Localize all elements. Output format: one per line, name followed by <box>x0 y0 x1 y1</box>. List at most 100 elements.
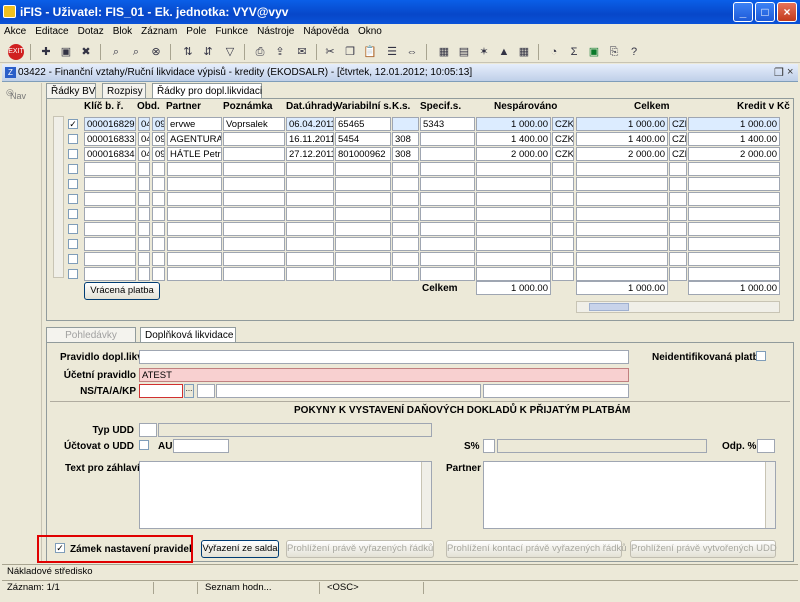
restore-icon[interactable]: ❐ <box>774 66 784 79</box>
cell-ss[interactable] <box>420 192 475 206</box>
cell-ss[interactable] <box>420 132 475 146</box>
menu-nastroje[interactable]: Nástroje <box>253 24 299 37</box>
menu-funkce[interactable]: Funkce <box>211 24 253 37</box>
star-icon[interactable]: ✶ <box>476 44 492 60</box>
help-icon[interactable]: ? <box>626 44 642 60</box>
cell-celkem[interactable]: 1 400.00 <box>576 132 668 146</box>
cell-vs[interactable] <box>335 252 391 266</box>
ucetni-input[interactable]: ATEST <box>139 368 629 382</box>
textarea-scrollbar-left[interactable] <box>421 462 431 528</box>
cell-vs[interactable]: 801000962 <box>335 147 391 161</box>
cell-mena2[interactable] <box>669 252 687 266</box>
cell-partner[interactable] <box>167 177 222 191</box>
row-checkbox[interactable] <box>68 254 78 264</box>
row-checkbox[interactable] <box>68 194 78 204</box>
cell-nesparovano[interactable] <box>476 162 551 176</box>
cell-celkem[interactable] <box>576 237 668 251</box>
cell-obd2[interactable]: 09 <box>152 132 165 146</box>
cell-ss[interactable] <box>420 207 475 221</box>
cell-poznamka[interactable] <box>223 222 285 236</box>
cell-ss[interactable] <box>420 267 475 281</box>
cell-obd2[interactable] <box>152 162 165 176</box>
cell-nesparovano[interactable] <box>476 237 551 251</box>
cell-ks[interactable] <box>392 252 419 266</box>
list-icon[interactable]: ☰ <box>384 44 400 60</box>
cell-obd1[interactable] <box>138 237 150 251</box>
cell-nesparovano[interactable] <box>476 252 551 266</box>
uctovat-checkbox[interactable] <box>139 440 149 450</box>
cell-datum[interactable] <box>286 162 334 176</box>
cell-mena2[interactable] <box>669 207 687 221</box>
cell-mena1[interactable] <box>552 162 574 176</box>
cell-kredit[interactable]: 1 400.00 <box>688 132 780 146</box>
minimize-button[interactable]: _ <box>733 2 753 22</box>
cell-vs[interactable] <box>335 177 391 191</box>
cell-ks[interactable]: 308 <box>392 147 419 161</box>
tab-radky-bv[interactable]: Řádky BV <box>46 83 96 99</box>
cell-celkem[interactable] <box>576 267 668 281</box>
cell-obd1[interactable]: 04 <box>138 147 150 161</box>
cell-vs[interactable] <box>335 207 391 221</box>
cell-mena2[interactable] <box>669 192 687 206</box>
delete-record-icon[interactable]: ✖ <box>78 44 94 60</box>
cell-vs[interactable] <box>335 192 391 206</box>
cell-mena1[interactable]: CZK <box>552 132 574 146</box>
row-checkbox[interactable] <box>68 179 78 189</box>
menu-pole[interactable]: Pole <box>182 24 211 37</box>
cell-mena1[interactable] <box>552 222 574 236</box>
cell-klic[interactable]: 0000168342 <box>84 147 136 161</box>
cell-datum[interactable] <box>286 237 334 251</box>
tab-pohledavky[interactable]: Pohledávky <box>46 327 136 343</box>
cell-obd1[interactable] <box>138 267 150 281</box>
grid-horizontal-scrollbar[interactable] <box>576 301 780 313</box>
cell-partner[interactable] <box>167 222 222 236</box>
cell-poznamka[interactable] <box>223 252 285 266</box>
row-checkbox[interactable] <box>68 134 78 144</box>
tab-rozpisy[interactable]: Rozpisy <box>102 83 146 99</box>
cell-klic[interactable] <box>84 192 136 206</box>
cell-mena1[interactable] <box>552 177 574 191</box>
cell-obd1[interactable]: 04 <box>138 132 150 146</box>
cell-poznamka[interactable] <box>223 192 285 206</box>
cell-obd1[interactable] <box>138 207 150 221</box>
cell-ks[interactable] <box>392 237 419 251</box>
typ-udd-input[interactable] <box>139 423 157 437</box>
cell-ss[interactable] <box>420 237 475 251</box>
cell-kredit[interactable] <box>688 252 780 266</box>
ta-input[interactable] <box>197 384 215 398</box>
cell-kredit[interactable] <box>688 267 780 281</box>
cell-datum[interactable]: 06.04.2011 <box>286 117 334 131</box>
row-checkbox[interactable] <box>68 164 78 174</box>
cell-poznamka[interactable]: Voprsalek <box>223 117 285 131</box>
prohlizeni-udd-button[interactable]: Prohlížení právě vytvořených UDD <box>630 540 777 558</box>
cell-obd1[interactable] <box>138 177 150 191</box>
cell-celkem[interactable] <box>576 252 668 266</box>
cell-mena2[interactable] <box>669 267 687 281</box>
save-icon[interactable]: ▣ <box>58 44 74 60</box>
cell-nesparovano[interactable] <box>476 192 551 206</box>
cell-partner[interactable]: HÁTLE Petr <box>167 147 222 161</box>
cancel-query-icon[interactable]: ⊗ <box>148 44 164 60</box>
vracena-platba-button[interactable]: Vrácená platba <box>84 282 160 300</box>
row-checkbox[interactable] <box>68 224 78 234</box>
cell-ks[interactable] <box>392 267 419 281</box>
cell-ks[interactable] <box>392 192 419 206</box>
cell-nesparovano[interactable] <box>476 267 551 281</box>
grid-icon[interactable]: ▦ <box>516 44 532 60</box>
cell-obd2[interactable] <box>152 177 165 191</box>
s-pct-input[interactable] <box>483 439 495 453</box>
cell-ks[interactable] <box>392 162 419 176</box>
cell-ks[interactable]: 308 <box>392 132 419 146</box>
menu-zaznam[interactable]: Záznam <box>137 24 182 37</box>
cell-mena1[interactable] <box>552 207 574 221</box>
neident-checkbox[interactable] <box>756 351 766 361</box>
cell-kredit[interactable] <box>688 207 780 221</box>
cell-kredit[interactable]: 1 000.00 <box>688 117 780 131</box>
grid-vertical-scrollbar[interactable] <box>53 116 64 278</box>
export-icon[interactable]: ⇪ <box>272 44 288 60</box>
cell-obd2[interactable] <box>152 267 165 281</box>
close-button[interactable]: × <box>777 2 797 22</box>
cell-nesparovano[interactable] <box>476 222 551 236</box>
row-checkbox[interactable] <box>68 209 78 219</box>
vyrazeni-button[interactable]: Vyřazení ze salda <box>201 540 279 558</box>
